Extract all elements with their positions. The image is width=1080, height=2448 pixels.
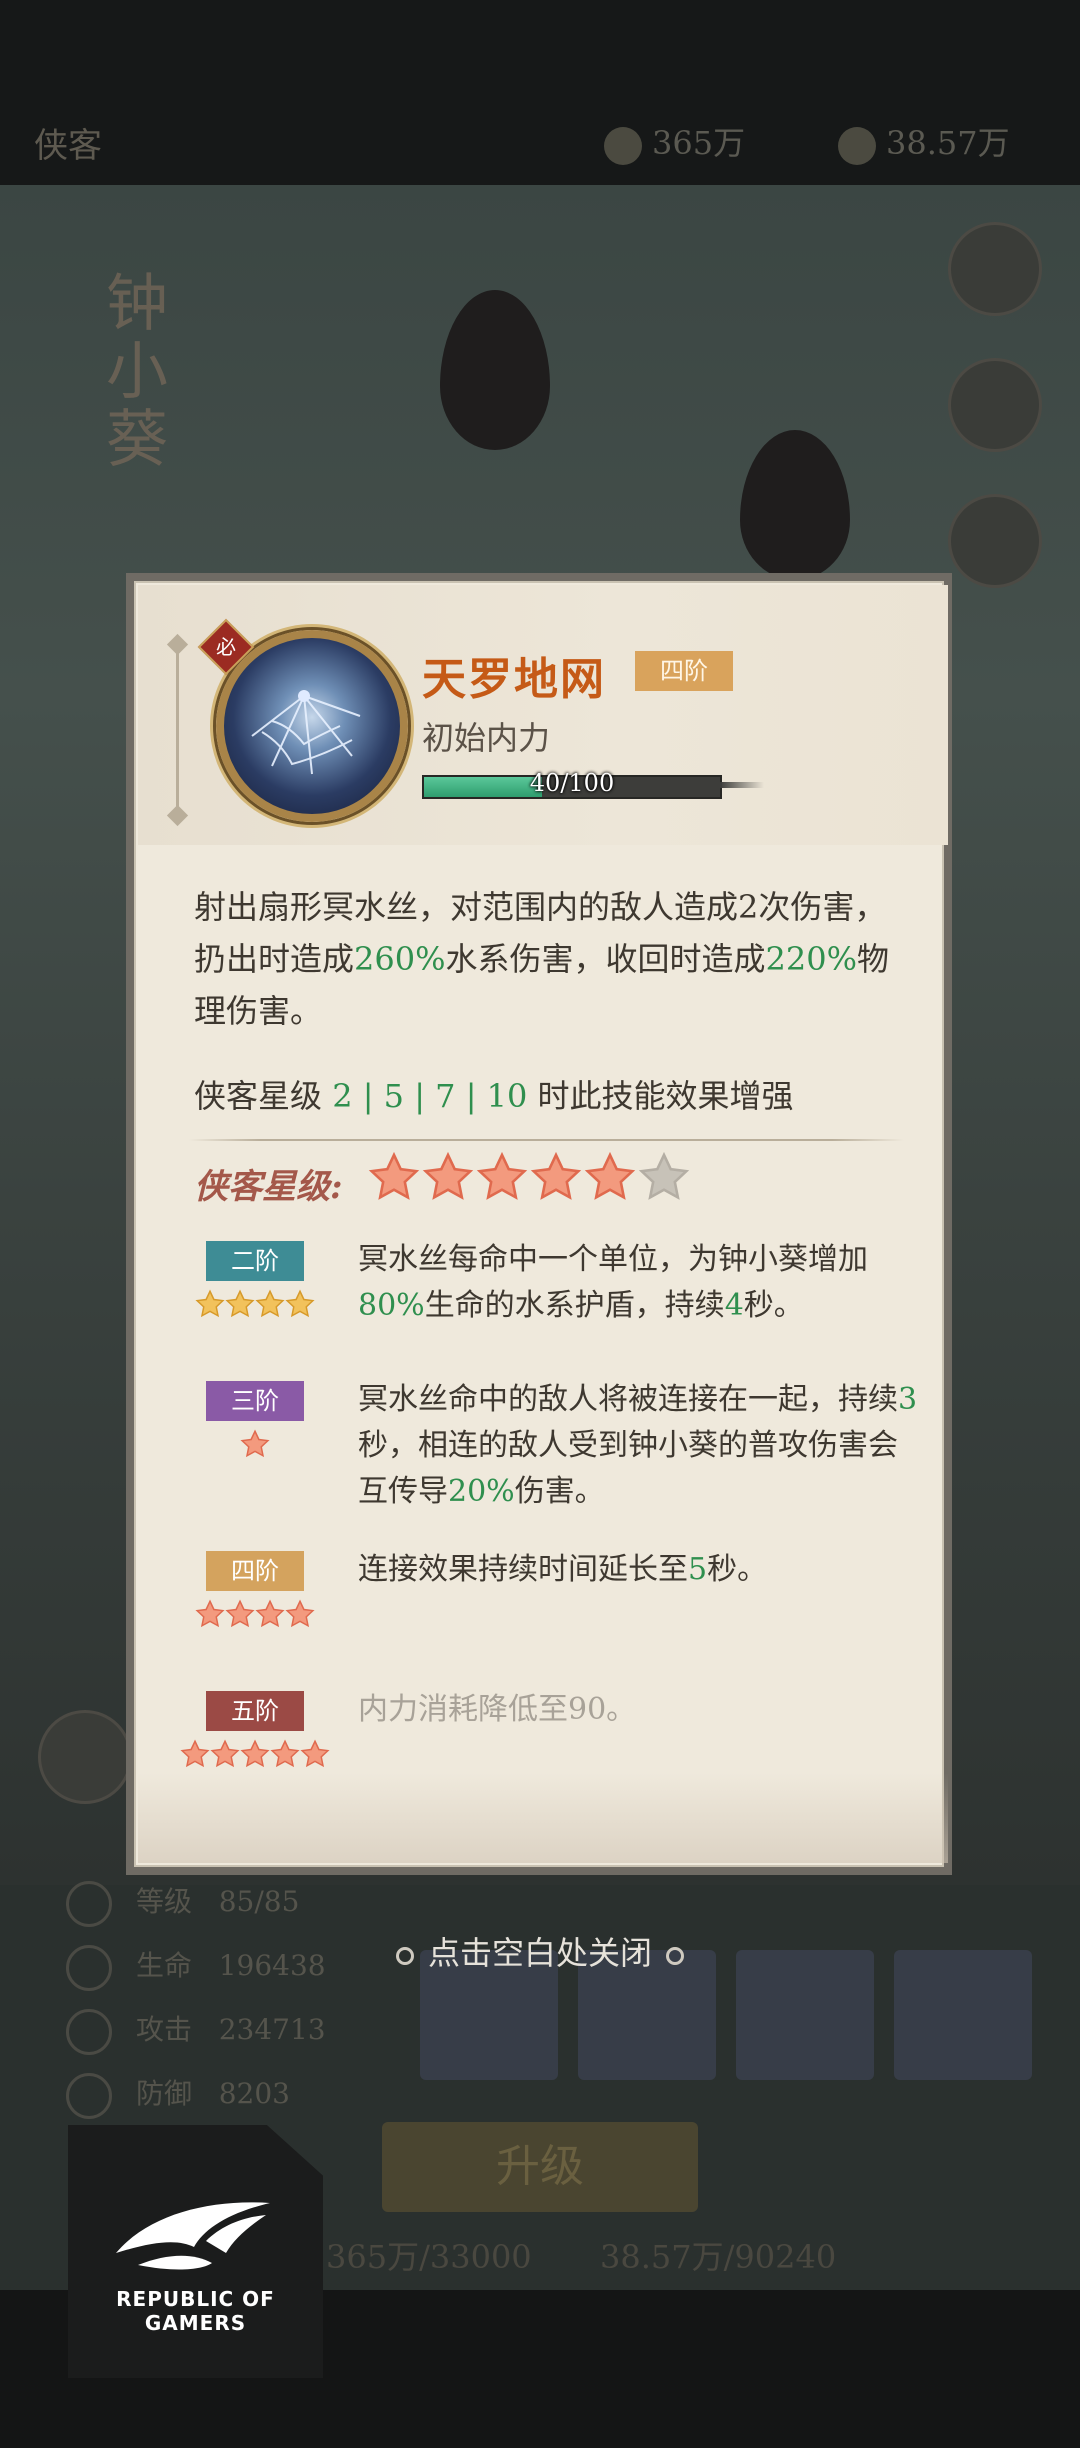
- star-icon-filled: [584, 1151, 636, 1207]
- level-icon: [66, 1880, 112, 1927]
- star-icon: [195, 1289, 225, 1323]
- side-button[interactable]: [948, 358, 1042, 452]
- decorative-line: [176, 645, 179, 815]
- divider: [189, 1139, 904, 1141]
- upgrade-button[interactable]: 升级: [382, 2122, 698, 2212]
- tier-description: 冥水丝命中的敌人将被连接在一起，持续3秒，相连的敌人受到钟小葵的普攻伤害会互传导…: [358, 1382, 918, 1509]
- character-name: 钟小葵: [95, 270, 168, 474]
- star-icon-filled: [476, 1151, 528, 1207]
- energy-bar-tail: [720, 782, 764, 788]
- star-icon: [285, 1289, 315, 1323]
- stat-level: 等级 85/85: [66, 1870, 326, 1934]
- shield-icon: [66, 2072, 112, 2119]
- sword-icon: [66, 2008, 112, 2055]
- star-icon-filled: [422, 1151, 474, 1207]
- background-title: 侠客: [34, 126, 102, 166]
- energy-bar: 40/100: [422, 769, 722, 799]
- rog-watermark: REPUBLIC OF GAMERS: [68, 2125, 323, 2378]
- stat-attack: 攻击 234713: [66, 1998, 326, 2062]
- rog-text-1: REPUBLIC OF: [116, 2287, 275, 2311]
- star-icon-empty: [638, 1151, 690, 1207]
- star-icon: [240, 1739, 270, 1773]
- star-icon: [255, 1289, 285, 1323]
- tier-stars: [195, 1599, 315, 1633]
- star-icon: [270, 1739, 300, 1773]
- currency-gold: 38.57万: [838, 118, 1010, 165]
- star-boost-info: 侠客星级 2 | 5 | 7 | 10 时此技能效果增强: [194, 1077, 794, 1115]
- tier-description: 冥水丝每命中一个单位，为钟小葵增加80%生命的水系护盾，持续4秒。: [358, 1242, 868, 1323]
- skill-subtitle: 初始内力: [422, 719, 551, 757]
- tier-tag: 四阶: [206, 1551, 304, 1591]
- star-icon: [225, 1599, 255, 1633]
- current-tier-badge: 四阶: [635, 651, 733, 691]
- side-button[interactable]: [38, 1710, 132, 1804]
- star-icon-filled: [530, 1151, 582, 1207]
- tier-tag: 五阶: [206, 1691, 304, 1731]
- rog-text-2: GAMERS: [144, 2311, 247, 2335]
- side-button[interactable]: [948, 222, 1042, 316]
- web-skill-icon: [216, 630, 408, 822]
- tier-tag: 三阶: [206, 1381, 304, 1421]
- currency-silver: 365万: [604, 118, 745, 165]
- tier-tag: 二阶: [206, 1241, 304, 1281]
- star-icon: [240, 1429, 270, 1463]
- star-icon: [195, 1599, 225, 1633]
- dot-icon: [666, 1946, 684, 1965]
- star-icon-filled: [368, 1151, 420, 1207]
- close-hint[interactable]: 点击空白处关闭: [0, 1928, 1080, 1974]
- dot-icon: [395, 1946, 414, 1965]
- star-icon: [285, 1599, 315, 1633]
- hero-star-label: 侠客星级:: [194, 1167, 343, 1207]
- ink-landscape-decoration: [138, 1773, 948, 1863]
- stat-defense: 防御 8203: [66, 2062, 326, 2126]
- skill-detail-popup: 必 天罗地网 四阶 初始内力 40/100 射出扇形冥水丝，对范围内的敌人造成2…: [126, 573, 952, 1875]
- star-icon: [210, 1739, 240, 1773]
- tier-description: 连接效果持续时间延长至5秒。: [358, 1552, 768, 1587]
- skill-description: 射出扇形冥水丝，对范围内的敌人造成2次伤害，扔出时造成260%水系伤害，收回时造…: [194, 888, 890, 1030]
- star-icon: [180, 1739, 210, 1773]
- side-button[interactable]: [948, 494, 1042, 588]
- star-icon: [225, 1289, 255, 1323]
- hero-star-rating: [368, 1151, 690, 1207]
- tier-stars: [195, 1289, 315, 1323]
- skill-header: 必 天罗地网 四阶 初始内力 40/100: [138, 585, 948, 845]
- energy-text: 40/100: [529, 769, 615, 797]
- cost-silver: 365万/33000: [326, 2238, 532, 2276]
- coin-icon: [604, 126, 642, 165]
- hero-stats: 等级 85/85 生命 196438 攻击 234713 防御 8203: [66, 1870, 326, 2126]
- cost-gold: 38.57万/90240: [600, 2238, 837, 2276]
- star-icon: [255, 1599, 285, 1633]
- star-icon: [300, 1739, 330, 1773]
- tier-description: 内力消耗降低至90。: [358, 1692, 637, 1727]
- bell-icon: [838, 126, 876, 165]
- tier-stars: [180, 1739, 330, 1773]
- tier-stars: [240, 1429, 270, 1463]
- skill-name: 天罗地网: [422, 654, 606, 705]
- rog-eye-icon: [116, 2202, 270, 2270]
